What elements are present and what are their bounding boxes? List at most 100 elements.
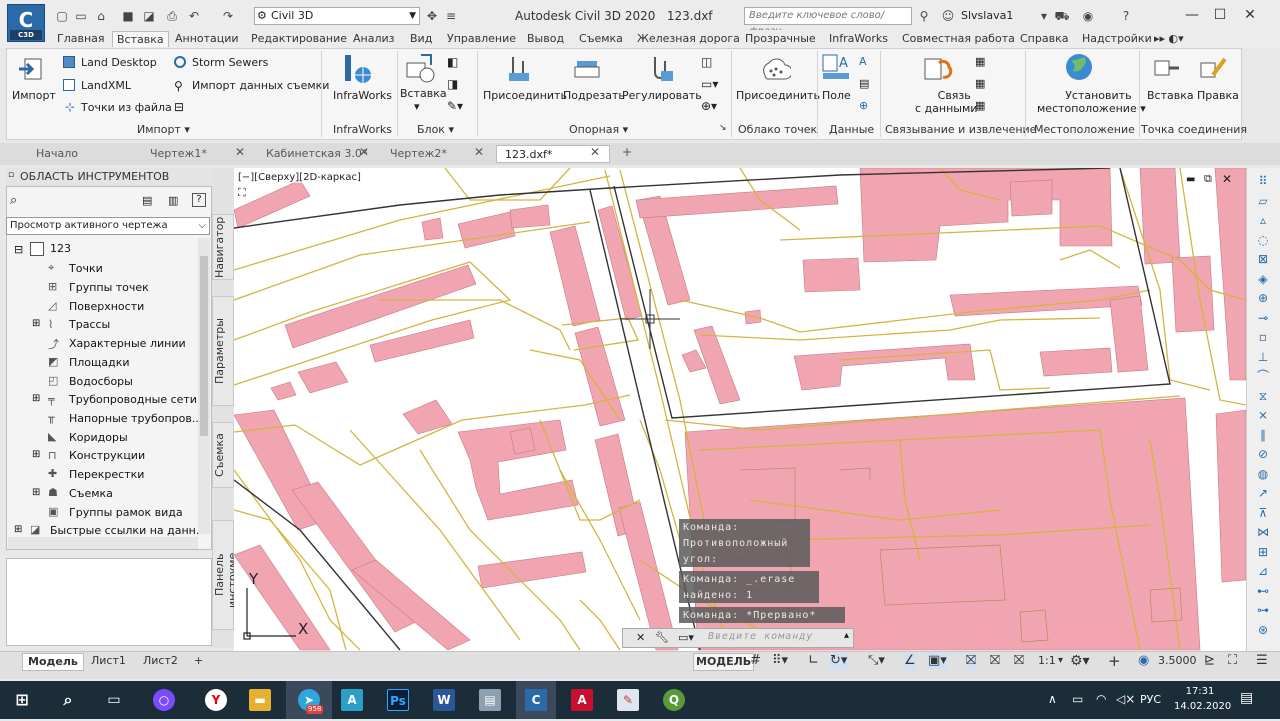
- tab-view[interactable]: Вид: [406, 31, 436, 47]
- model-space-button[interactable]: МОДЕЛЬ: [693, 653, 755, 671]
- adjust-button[interactable]: Регулировать: [622, 89, 702, 102]
- viewport-close-icon[interactable]: ✕: [1222, 172, 1232, 186]
- snap-point-filter-icon[interactable]: ⋈: [1252, 523, 1274, 543]
- connection-insert-icon[interactable]: [1151, 53, 1181, 83]
- land-desktop-button[interactable]: Land Desktop: [81, 56, 157, 69]
- snap-center-icon[interactable]: ◌: [1252, 231, 1274, 251]
- annotation-scale-icon[interactable]: ⛝: [1014, 653, 1024, 669]
- hyperlink-icon[interactable]: ⊕: [859, 99, 868, 112]
- tree-item-points[interactable]: Точки: [69, 262, 103, 275]
- connection-edit-icon[interactable]: [1199, 53, 1229, 83]
- snap-grade-icon[interactable]: ⊶: [1252, 601, 1274, 621]
- points-from-file-button[interactable]: Точки из файла: [81, 101, 172, 114]
- telegram-icon[interactable]: ➤ 958: [286, 681, 332, 719]
- close-icon[interactable]: ✕: [636, 631, 645, 644]
- plus-icon[interactable]: +: [1108, 653, 1121, 669]
- save-as-icon[interactable]: ◪: [141, 8, 157, 24]
- notifications-icon[interactable]: ▤: [1240, 690, 1253, 706]
- side-tab-toolbox[interactable]: Панель инструме...: [212, 520, 239, 630]
- block-attribute-icon[interactable]: ✎▾: [447, 99, 463, 113]
- insert-block-button[interactable]: Вставка ▾: [400, 87, 447, 113]
- close-icon[interactable]: ✕: [590, 145, 600, 159]
- photoshop-icon[interactable]: Ps: [378, 681, 418, 719]
- download-links-icon[interactable]: ▦: [975, 99, 985, 112]
- grid-icon[interactable]: #: [750, 653, 761, 669]
- windows-start-icon[interactable]: ⊞: [2, 681, 42, 719]
- tree-item-data-shortcuts[interactable]: Быстрые ссылки на данн...: [50, 524, 206, 537]
- clip-icon[interactable]: [573, 53, 601, 85]
- chevron-up-icon[interactable]: ▴: [844, 630, 849, 641]
- snap-nearest-icon[interactable]: ⧖: [1252, 387, 1274, 407]
- tree-expand-icon[interactable]: ⊞: [32, 318, 40, 329]
- update-links-icon[interactable]: ▦: [975, 77, 985, 90]
- import-extra-icon[interactable]: ⊟: [174, 100, 184, 114]
- search-icon[interactable]: ⌕: [48, 681, 88, 719]
- tab-addins[interactable]: Надстройки: [1078, 31, 1156, 47]
- tree-hscrollbar[interactable]: [8, 537, 198, 549]
- adjust-icon[interactable]: [647, 53, 675, 85]
- task-view-icon[interactable]: ▭: [94, 681, 134, 719]
- snap-civil-icon[interactable]: ⊞: [1252, 543, 1274, 563]
- open-folder-icon[interactable]: ⌂: [93, 8, 109, 24]
- binoculars-icon[interactable]: ⚲: [916, 8, 932, 24]
- customize-status-icon[interactable]: ☰: [1256, 653, 1268, 669]
- panel-launcher-icon[interactable]: ↘: [719, 123, 727, 133]
- annotation-scale-value[interactable]: 1:1: [1038, 653, 1056, 669]
- snap-elevation-icon[interactable]: ⊛: [1252, 621, 1274, 641]
- open-icon[interactable]: ▭: [73, 8, 89, 24]
- view-select[interactable]: Просмотр активного чертежа ⌵: [6, 217, 210, 235]
- tree-item-survey[interactable]: Съемка: [69, 487, 113, 500]
- ortho-icon[interactable]: ↻▾: [830, 653, 848, 669]
- viewport-restore-icon[interactable]: ⧉: [1204, 172, 1212, 186]
- connection-insert-button[interactable]: Вставка: [1147, 89, 1194, 102]
- close-icon[interactable]: ✕: [474, 145, 484, 159]
- tab-analyze[interactable]: Анализ: [349, 31, 399, 47]
- tab-annotate[interactable]: Аннотации: [171, 31, 243, 47]
- tab-manage[interactable]: Управление: [443, 31, 520, 47]
- maximize-icon[interactable]: ☐: [1210, 5, 1230, 25]
- tree-item-structures[interactable]: Конструкции: [69, 449, 145, 462]
- snap-midpoint-icon[interactable]: ▵: [1252, 211, 1274, 231]
- tab-output[interactable]: Вывод: [523, 31, 568, 47]
- customize-qat-icon[interactable]: ≡: [443, 8, 459, 24]
- annotation-visibility-icon[interactable]: ⛝: [966, 653, 976, 669]
- tree-item-pressure-networks[interactable]: Напорные трубопров...: [69, 412, 202, 425]
- toolspace-options-icon[interactable]: ▤: [142, 194, 152, 207]
- user-name[interactable]: Slvslava1: [961, 9, 1013, 22]
- side-tab-navigator[interactable]: Навигатор: [212, 214, 234, 280]
- snap-perpendicular-icon[interactable]: ⊥: [1252, 348, 1274, 368]
- clip-button[interactable]: Подрезать: [563, 89, 625, 102]
- panel-label-import[interactable]: Импорт ▾: [137, 123, 190, 136]
- snap-offset-icon[interactable]: ⊷: [1252, 582, 1274, 602]
- tree-item-intersections[interactable]: Перекрестки: [69, 468, 144, 481]
- tree-root[interactable]: 123: [50, 242, 71, 255]
- globe-icon[interactable]: [1063, 51, 1095, 83]
- toolspace-layout-icon[interactable]: ▥: [168, 194, 178, 207]
- snap-intersection-icon[interactable]: ⊕: [1252, 289, 1274, 309]
- data-link-icon[interactable]: [923, 53, 955, 85]
- tree-expand-icon[interactable]: ⊞: [32, 449, 40, 460]
- reference-snap-icon[interactable]: ⊕▾: [701, 99, 717, 113]
- viewport-controls-label[interactable]: [−][Сверху][2D-каркас]: [238, 172, 361, 183]
- polar-tracking-icon[interactable]: ⤡▾: [868, 653, 885, 669]
- insert-block-icon[interactable]: [405, 53, 437, 85]
- new-icon[interactable]: ▢: [54, 8, 70, 24]
- tab-transparent[interactable]: Прозрачные: [741, 31, 820, 47]
- wifi-icon[interactable]: ◠: [1096, 692, 1106, 706]
- system-clock[interactable]: 17:31 14.02.2020: [1174, 684, 1231, 714]
- field-button[interactable]: Поле: [822, 89, 851, 102]
- attach-point-cloud-button[interactable]: Присоединить: [736, 89, 820, 102]
- snap-extension-icon[interactable]: ⊸: [1252, 309, 1274, 329]
- tree-item-sites[interactable]: Площадки: [69, 356, 130, 369]
- reference-underlay-icon[interactable]: ◫: [701, 55, 712, 69]
- search-icon[interactable]: ⌕: [10, 193, 17, 208]
- tree-item-pipe-networks[interactable]: Трубопроводные сети: [69, 393, 197, 406]
- snap-apparent-icon[interactable]: ⨯: [1252, 406, 1274, 426]
- a360-icon[interactable]: ◉: [1080, 8, 1096, 24]
- chevron-up-icon[interactable]: ∧: [1048, 692, 1057, 706]
- storm-sewers-button[interactable]: Storm Sewers: [192, 56, 268, 69]
- status-value[interactable]: 3.5000: [1158, 653, 1197, 669]
- input-language[interactable]: РУС: [1140, 693, 1161, 706]
- snap-station-icon[interactable]: ⊿: [1252, 562, 1274, 582]
- volume-icon[interactable]: ◁×: [1116, 692, 1135, 706]
